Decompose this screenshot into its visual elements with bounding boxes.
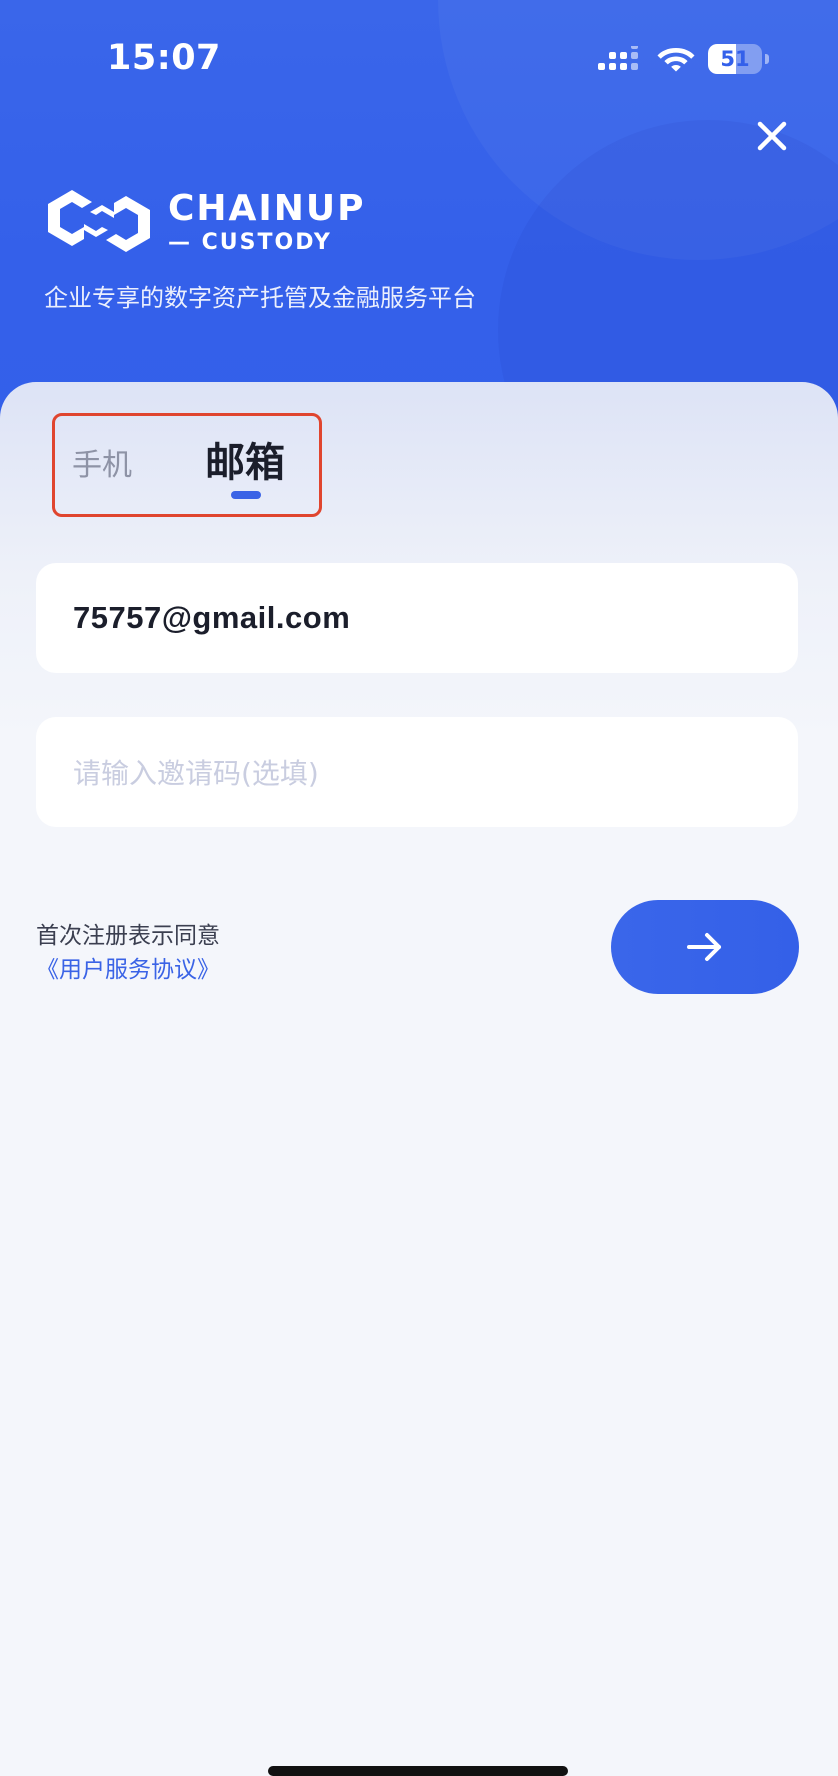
signal-icon [598,46,638,70]
battery-icon: 51 [708,44,770,74]
battery-level: 51 [720,47,750,71]
battery-tip [765,54,769,64]
agreement-text: 首次注册表示同意 [36,923,220,949]
arrow-right-icon [687,933,721,961]
invite-code-input[interactable]: 请输入邀请码(选填) [36,717,798,827]
active-tab-indicator [231,491,261,499]
status-bar: 15:07 51 [0,0,838,110]
home-indicator [268,1766,568,1776]
wifi-icon [657,48,695,72]
header-banner: 15:07 51 CHAINUP — CUSTODY 企业专享的数字资产托管及金… [0,0,838,440]
tab-phone[interactable]: 手机 [72,440,132,484]
chainup-logo: CHAINUP — CUSTODY [44,186,364,256]
status-time: 15:07 [107,38,221,78]
brand-name: CHAINUP [168,188,366,229]
tab-email[interactable]: 邮箱 [205,430,285,488]
tagline: 企业专享的数字资产托管及金融服务平台 [44,284,476,312]
user-agreement-link[interactable]: 《用户服务协议》 [36,950,220,984]
brand-subtitle: — CUSTODY [168,230,332,255]
chainup-logo-mark-icon [48,190,150,252]
next-button[interactable] [611,900,799,994]
email-input[interactable]: 75757@gmail.com [36,563,798,673]
close-icon[interactable] [752,116,792,156]
battery-body: 51 [708,44,762,74]
